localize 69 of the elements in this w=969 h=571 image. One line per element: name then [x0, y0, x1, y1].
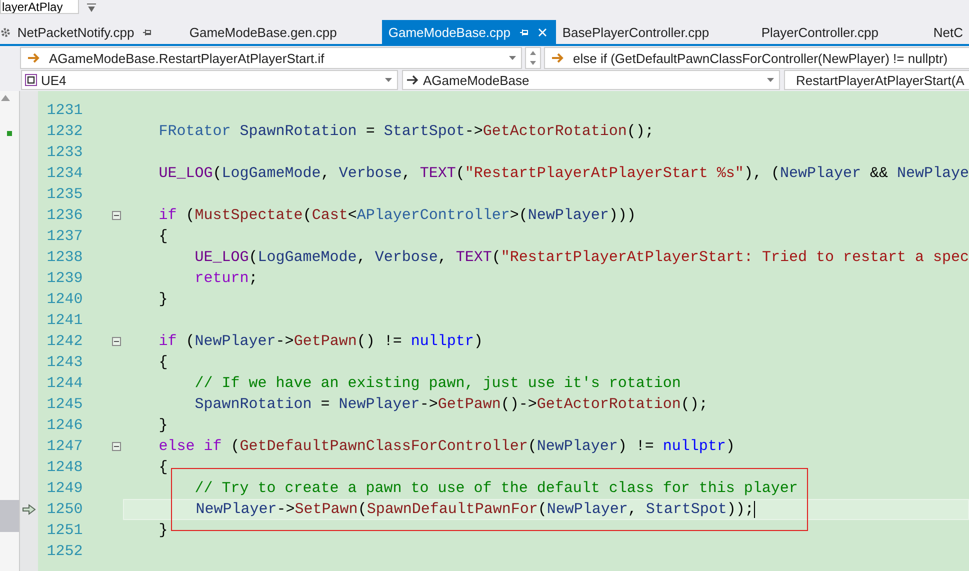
- line-number: 1240: [46, 291, 84, 308]
- scope-dropdown[interactable]: AGameModeBase.RestartPlayerAtPlayerStart.if: [20, 47, 522, 69]
- code-line: else if (GetDefaultPawnClassForController(NewPlayer) != nullptr): [158, 437, 735, 457]
- text-caret: [754, 501, 755, 518]
- code-line: UE_LOG(LogGameMode, Verbose, TEXT("RestartPlayerAtPlayerStart %s"), (NewPlayer && NewPlaye: [158, 164, 969, 184]
- line-number: 1237: [46, 228, 84, 245]
- file-tab[interactable]: GameModeBase.cpp: [382, 20, 556, 44]
- arrow-icon: [27, 53, 41, 63]
- scroll-up-icon[interactable]: [1, 95, 10, 101]
- line-number: 1247: [46, 438, 84, 455]
- code-line: if (NewPlayer->GetPawn() != nullptr): [158, 332, 483, 352]
- line-number: 1245: [46, 396, 84, 413]
- class-dropdown[interactable]: AGameModeBase: [402, 70, 780, 90]
- line-number: 1235: [46, 186, 84, 203]
- project-dropdown[interactable]: UE4: [21, 70, 398, 90]
- code-line: FRotator SpawnRotation = StartSpot->GetActorRotation();: [158, 122, 654, 142]
- settings-icon[interactable]: [0, 26, 12, 38]
- code-line: {: [158, 227, 168, 247]
- code-line: // If we have an existing pawn, just use it's rotation: [194, 374, 681, 394]
- line-number: 1249: [46, 480, 84, 497]
- line-number: 1252: [46, 543, 84, 560]
- line-number: 1234: [46, 165, 84, 182]
- line-number: 1243: [46, 354, 84, 371]
- code-line: }: [158, 416, 168, 436]
- line-number: 1244: [46, 375, 84, 392]
- dropdown-icon[interactable]: [87, 3, 96, 12]
- statement-dropdown[interactable]: else if (GetDefaultPawnClassForController(NewPlayer) != nullptr): [544, 47, 969, 69]
- file-tab[interactable]: NetC: [927, 20, 969, 44]
- line-number: 1246: [46, 417, 84, 434]
- scroll-thumb[interactable]: [0, 500, 19, 532]
- code-line: if (MustSpectate(Cast<APlayerController>(NewPlayer))): [158, 206, 636, 226]
- code-line: return;: [194, 269, 258, 289]
- close-icon[interactable]: [538, 28, 546, 36]
- code-line: NewPlayer->SetPawn(SpawnDefaultPawnFor(NewPlayer, StartSpot));: [194, 500, 754, 519]
- collapse-icon[interactable]: [112, 442, 122, 451]
- line-number: 1238: [46, 249, 84, 266]
- file-tab[interactable]: PlayerController.cpp: [755, 20, 928, 44]
- collapse-icon[interactable]: [112, 337, 122, 346]
- project-icon: [25, 74, 37, 86]
- line-number: 1239: [46, 270, 84, 287]
- caret-icon: [767, 78, 774, 82]
- file-tab[interactable]: BasePlayerController.cpp: [556, 20, 756, 44]
- caret-icon: [385, 78, 392, 82]
- line-number: 1232: [46, 123, 84, 140]
- code-line: {: [158, 458, 168, 478]
- caret-icon: [509, 56, 516, 60]
- line-number: 1233: [46, 144, 84, 161]
- pin-icon[interactable]: [143, 28, 152, 36]
- collapse-icon[interactable]: [112, 211, 122, 220]
- arrow-icon: [551, 53, 565, 63]
- line-number: 1242: [46, 333, 84, 350]
- arrow-icon: [406, 75, 419, 85]
- line-number: 1251: [46, 522, 84, 539]
- line-number: 1250: [46, 501, 84, 518]
- line-number: 1248: [46, 459, 84, 476]
- code-line: }: [158, 521, 168, 541]
- code-line: }: [158, 290, 168, 310]
- member-dropdown[interactable]: RestartPlayerAtPlayerStart(A: [784, 70, 969, 90]
- spin-buttons[interactable]: [525, 47, 541, 69]
- file-tab[interactable]: GameModeBase.gen.cpp: [183, 20, 382, 44]
- line-number: 1236: [46, 207, 84, 224]
- code-line: SpawnRotation = NewPlayer->GetPawn()->GetActorRotation();: [194, 395, 708, 415]
- line-number: 1231: [46, 102, 84, 119]
- code-line: {: [158, 353, 168, 373]
- file-tab[interactable]: NetPacketNotify.cpp: [11, 20, 184, 44]
- code-line: // Try to create a pawn to use of the default class for this player: [194, 479, 798, 499]
- line-number: 1241: [46, 312, 84, 329]
- change-marker: [7, 131, 12, 136]
- code-line: UE_LOG(LogGameMode, Verbose, TEXT("RestartPlayerAtPlayerStart: Tried to restart a spec: [194, 248, 969, 268]
